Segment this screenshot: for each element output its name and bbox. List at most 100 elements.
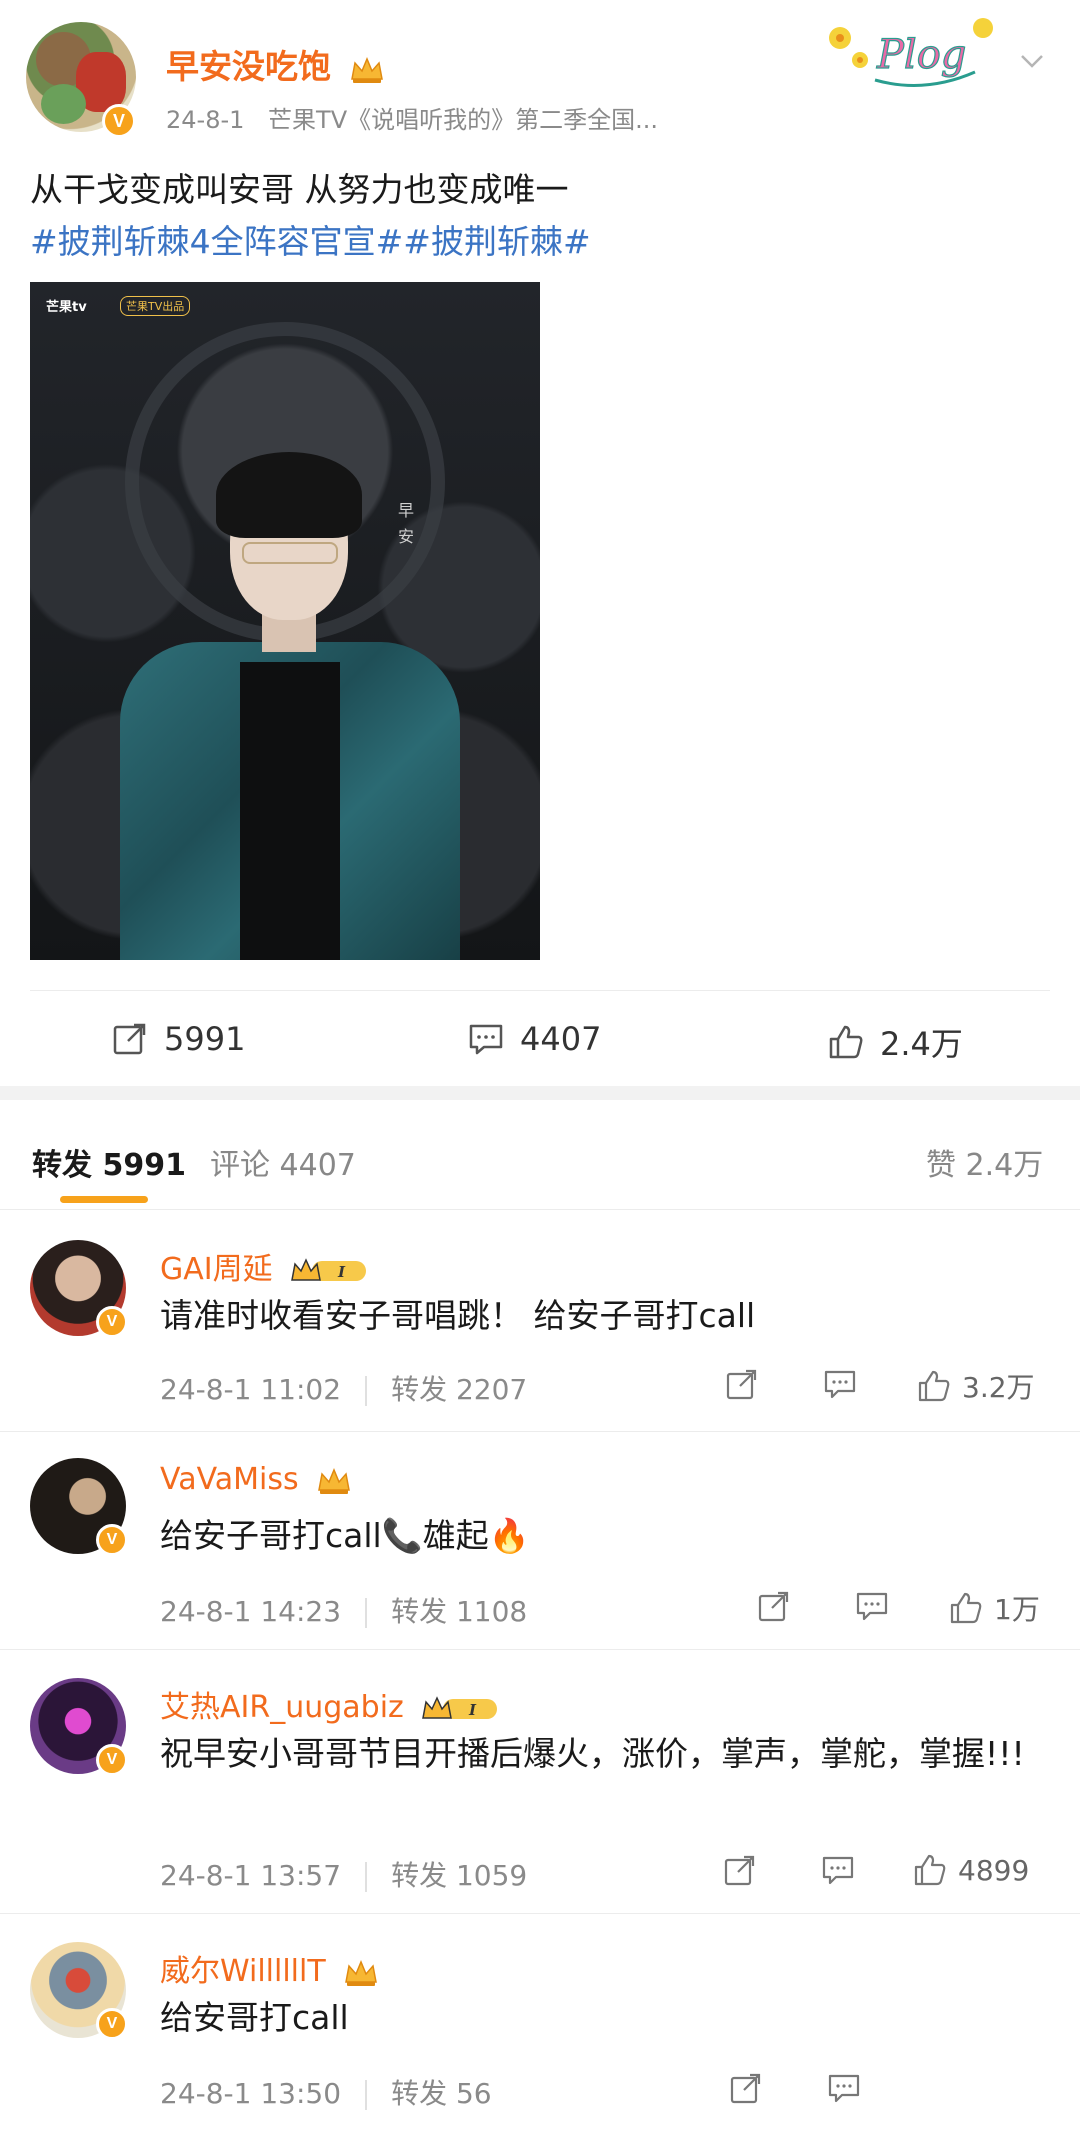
photo-hair: [216, 452, 362, 538]
thumbs-up-icon: [914, 1854, 946, 1886]
crown-icon: [345, 1959, 378, 1986]
interaction-tabs: 转发 5991 评论 4407 赞 2.4万: [0, 1100, 1080, 1210]
weibo-post: V 早安没吃饱 24-8-1 芒果TV《说唱听我的》第二季全国... Plog …: [0, 0, 1080, 1080]
share-icon: [113, 1023, 146, 1055]
vip-level: I: [468, 1701, 477, 1719]
author-name-text: 早安没吃饱: [166, 47, 331, 86]
verified-badge-icon: V: [96, 1744, 128, 1776]
crown-icon: [318, 1467, 351, 1494]
repost-author[interactable]: GAI周延 I: [160, 1244, 370, 1288]
meta-divider: [365, 2080, 368, 2110]
like-count: 4899: [958, 1853, 1030, 1887]
like-count: 1万: [994, 1593, 1040, 1626]
repost-author[interactable]: 威尔WillllllT: [160, 1946, 379, 1990]
repost-count: 5991: [164, 1020, 246, 1058]
comment-button[interactable]: [822, 1366, 858, 1402]
comment-icon: [856, 1592, 888, 1621]
repost-author[interactable]: 艾热AIR_uugabiz I: [160, 1682, 501, 1726]
share-button[interactable]: [722, 1852, 758, 1888]
list-item: V 威尔WillllllT 给安哥打call 24-8-1 13:50 转发 56: [0, 1914, 1080, 2136]
tab-comment[interactable]: 评论 4407: [210, 1140, 356, 1184]
vip-level: I: [337, 1263, 346, 1281]
photo-name-text: 早安: [395, 502, 414, 554]
comment-button[interactable]: [854, 1588, 890, 1624]
comment-button[interactable]: [826, 2070, 862, 2106]
plog-sticker: Plog: [815, 8, 1005, 98]
comment-icon: [469, 1024, 503, 1055]
verified-badge-icon: V: [96, 1306, 128, 1338]
post-photo[interactable]: 芒果tv 芒果TV出品 早安: [30, 282, 540, 960]
post-date: 24-8-1: [166, 106, 245, 134]
repost-meta: 24-8-1 11:02 转发 2207: [160, 1368, 527, 1408]
post-source[interactable]: 芒果TV《说唱听我的》第二季全国...: [268, 106, 658, 134]
repost-meta: 24-8-1 13:50 转发 56: [160, 2072, 492, 2112]
photo-shirt: [240, 662, 340, 960]
verified-badge-icon: V: [96, 1524, 128, 1556]
list-item: V GAI周延 I 请准时收看安子哥唱跳！ 给安子哥打call 24-8-1 1…: [0, 1210, 1080, 1432]
active-tab-indicator: [60, 1196, 148, 1203]
comment-icon: [822, 1856, 854, 1885]
repost-time: 24-8-1 13:57: [160, 1859, 342, 1892]
like-button[interactable]: 3.2万: [916, 1366, 1035, 1406]
comment-icon: [824, 1370, 856, 1399]
thumbs-up-icon: [918, 1370, 950, 1402]
repost-meta: 24-8-1 13:57 转发 1059: [160, 1854, 527, 1894]
repost-count-label: 转发 56: [391, 2077, 492, 2110]
meta-divider: [365, 1376, 368, 1406]
repost-text: 给安哥打call: [160, 1998, 349, 2037]
plog-label: Plog: [876, 32, 966, 78]
share-button[interactable]: [724, 1366, 760, 1402]
repost-text: 给安子哥打call📞雄起🔥: [160, 1516, 530, 1555]
author-name[interactable]: 早安没吃饱: [166, 40, 385, 88]
repost-count-label: 转发 1059: [391, 1859, 528, 1892]
post-meta: 24-8-1 芒果TV《说唱听我的》第二季全国...: [166, 100, 674, 135]
share-icon: [724, 1855, 755, 1886]
meta-divider: [365, 1862, 368, 1892]
meta-divider: [365, 1598, 368, 1628]
share-button[interactable]: [728, 2070, 764, 2106]
repost-text: 请准时收看安子哥唱跳！ 给安子哥打call: [160, 1296, 756, 1335]
repost-time: 24-8-1 11:02: [160, 1373, 342, 1406]
repost-time: 24-8-1 14:23: [160, 1595, 342, 1628]
like-button[interactable]: 1万: [948, 1588, 1040, 1628]
like-button[interactable]: 4899: [912, 1852, 1029, 1888]
repost-time: 24-8-1 13:50: [160, 2077, 342, 2110]
repost-author-name: 艾热AIR_uugabiz: [160, 1690, 404, 1725]
vip-crown-icon: I: [422, 1695, 498, 1719]
like-count: 3.2万: [962, 1371, 1035, 1404]
photo-glasses: [242, 542, 338, 564]
vip-crown-icon: I: [291, 1257, 367, 1281]
share-icon: [726, 1369, 757, 1400]
repost-author-name: GAI周延: [160, 1252, 273, 1287]
verified-badge-icon: V: [96, 2008, 128, 2040]
share-icon: [758, 1591, 789, 1622]
list-item: V VaVaMiss 给安子哥打call📞雄起🔥 24-8-1 14:23 转发 …: [0, 1432, 1080, 1650]
share-button[interactable]: [756, 1588, 792, 1624]
repost-author[interactable]: VaVaMiss: [160, 1462, 352, 1497]
repost-count-label: 转发 1108: [391, 1595, 528, 1628]
mango-tv-logo: 芒果tv: [46, 300, 87, 315]
like-button[interactable]: 2.4万: [826, 1019, 963, 1065]
list-item: V 艾热AIR_uugabiz I 祝早安小哥哥节目开播后爆火，涨价，掌声，掌舵…: [0, 1650, 1080, 1914]
tab-likes[interactable]: 赞 2.4万: [926, 1140, 1043, 1184]
crown-icon: [349, 54, 385, 84]
thumbs-up-icon: [950, 1592, 982, 1624]
tab-repost[interactable]: 转发 5991: [32, 1140, 186, 1184]
repost-button[interactable]: 5991: [110, 1019, 245, 1059]
repost-text: 祝早安小哥哥节目开播后爆火，涨价，掌声，掌舵，掌握!!!: [160, 1734, 1025, 1773]
chevron-down-icon[interactable]: [1015, 44, 1049, 78]
like-count: 2.4万: [880, 1025, 963, 1063]
hashtag-link[interactable]: #披荆斩棘#: [403, 222, 590, 261]
repost-author-name: 威尔WillllllT: [160, 1954, 326, 1989]
comment-button[interactable]: [820, 1852, 856, 1888]
avatar-art-shape: [41, 84, 86, 124]
hashtag-link[interactable]: #披荆斩棘4全阵容官宣#: [30, 222, 403, 261]
comment-button[interactable]: 4407: [466, 1019, 601, 1059]
show-logo: 芒果TV出品: [120, 296, 191, 316]
repost-count-label: 转发 2207: [391, 1373, 528, 1406]
comment-icon: [828, 2074, 860, 2103]
post-action-bar: 5991 4407 2.4万: [30, 990, 1050, 1086]
post-body: 从干戈变成叫安哥 从努力也变成唯一 #披荆斩棘4全阵容官宣##披荆斩棘#: [30, 164, 591, 268]
thumbs-up-icon: [829, 1025, 863, 1059]
share-icon: [730, 2073, 761, 2104]
